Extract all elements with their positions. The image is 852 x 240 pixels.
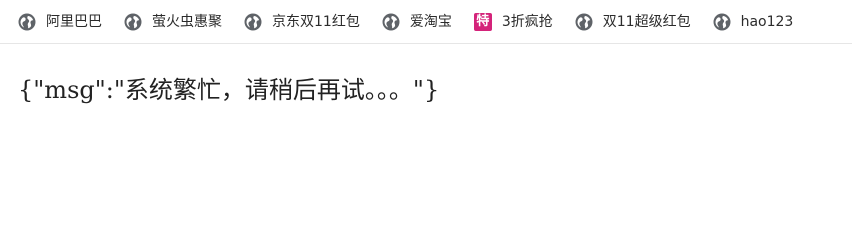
globe-icon [124,13,142,31]
bookmark-aitaobao[interactable]: 爱淘宝 [382,8,452,36]
globe-icon [244,13,262,31]
te-badge-icon: 特 [473,12,492,31]
bookmark-3zhe-fengqiang[interactable]: 特 3折疯抢 [473,8,553,36]
globe-icon [382,13,400,31]
bookmark-label: 京东双11红包 [272,13,360,30]
bookmark-hao123[interactable]: hao123 [713,8,794,36]
globe-icon [713,13,731,31]
globe-icon [18,13,36,31]
bookmark-label: 3折疯抢 [501,13,553,30]
bookmarks-bar: 阿里巴巴 萤火虫惠聚 京东双11红包 爱淘宝 特 3折疯抢 双11超级红包 ha… [0,0,852,44]
bookmark-label: 阿里巴巴 [46,13,102,30]
globe-icon [575,13,593,31]
bookmark-jd-double11[interactable]: 京东双11红包 [244,8,360,36]
bookmark-label: hao123 [740,13,794,30]
bookmark-double11-super-redpacket[interactable]: 双11超级红包 [575,8,691,36]
json-response-text: {"msg":"系统繁忙，请稍后再试。。。"} [18,76,440,104]
bookmark-yinghuochong[interactable]: 萤火虫惠聚 [124,8,222,36]
bookmark-label: 萤火虫惠聚 [152,13,222,30]
bookmark-alibaba[interactable]: 阿里巴巴 [18,8,102,36]
bookmark-label: 爱淘宝 [409,13,452,30]
bookmark-label: 双11超级红包 [602,13,691,30]
